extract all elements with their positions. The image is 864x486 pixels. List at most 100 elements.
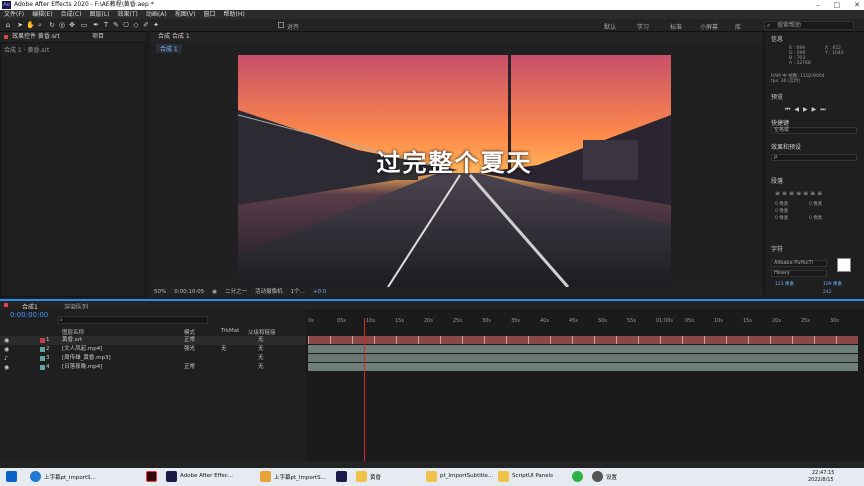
visibility-eye-icon[interactable]: ◉ — [4, 345, 9, 354]
clone-stamp-tool-icon[interactable]: ⎔ — [122, 21, 130, 29]
timeline-current-time[interactable]: 0:00:00:00 — [10, 311, 48, 319]
folder-icon[interactable] — [356, 471, 367, 482]
after-effects-icon[interactable] — [166, 471, 177, 482]
srt-subtitle-track-bar[interactable] — [308, 336, 858, 344]
fill-color-swatch[interactable] — [837, 258, 851, 272]
layer-trkmat-select[interactable]: 无 — [221, 345, 227, 354]
layer-name[interactable]: [日落夜晚.mp4] — [62, 363, 102, 372]
pen-tool-icon[interactable]: ✒ — [92, 21, 100, 29]
resolution-select[interactable]: 二分之一 — [225, 287, 247, 297]
menu-layer[interactable]: 图层(L) — [90, 10, 110, 19]
playhead-line[interactable] — [364, 318, 365, 461]
workspace-small-screen[interactable]: 小屏幕 — [700, 22, 718, 31]
search-help-input[interactable]: ⌕ 搜索帮助 — [764, 21, 854, 30]
exposure-value[interactable]: +0.0 — [313, 287, 326, 297]
visibility-eye-icon[interactable]: ◉ — [4, 336, 9, 345]
taskbar-item-huanghun[interactable]: 黄昏 — [370, 473, 381, 481]
paragraph-space-after[interactable]: 0 像素 — [809, 216, 822, 221]
video-track-bar-4[interactable] — [308, 363, 858, 371]
folder-icon[interactable] — [426, 471, 437, 482]
project-tab[interactable]: 项目 — [92, 32, 104, 42]
layer-row-1[interactable]: ◉ 1 黄昏.srt 正常 无 — [0, 336, 306, 345]
taskbar-item-import-1[interactable]: 上字幕pt_ImportS... — [44, 473, 96, 481]
visibility-eye-icon[interactable]: ◉ — [4, 363, 9, 372]
layer-parent-select[interactable]: 无 — [258, 336, 264, 345]
paragraph-indent-left[interactable]: 0 像素 — [775, 202, 788, 207]
workspace-standard[interactable]: 标准 — [670, 22, 682, 31]
audio-speaker-icon[interactable]: ♪ — [4, 354, 8, 363]
audio-track-bar-3[interactable] — [308, 354, 858, 362]
layer-label-color[interactable] — [40, 338, 45, 343]
menu-edit[interactable]: 编辑(E) — [32, 10, 52, 19]
taskbar-clock-date[interactable]: 2022/8/15 — [808, 477, 834, 483]
current-time-display[interactable]: 0:00:10:05 — [174, 287, 204, 297]
font-family-select[interactable]: Alibaba PuHuiTi — [771, 260, 827, 267]
layer-parent-select[interactable]: 无 — [258, 363, 264, 372]
menu-effect[interactable]: 效果(T) — [118, 10, 138, 19]
text-tool-icon[interactable]: T — [102, 21, 110, 29]
composition-viewer[interactable]: 过完整个夏天 — [238, 55, 671, 287]
close-icon[interactable]: ✕ — [854, 0, 860, 10]
composition-subtab[interactable]: 合成 1 — [156, 44, 182, 53]
taskbar-item-settings[interactable]: 设置 — [606, 473, 617, 481]
taskbar-item-scriptui[interactable]: ScriptUI Panels — [512, 473, 553, 479]
workspace-default[interactable]: 默认 — [604, 22, 616, 31]
maximize-icon[interactable]: □ — [834, 0, 841, 10]
leading-value[interactable]: 109 像素 — [823, 282, 842, 287]
timeline-search-input[interactable]: ⌕ — [58, 316, 208, 324]
layer-name[interactable]: [周传雄_黄昏.mp3] — [62, 354, 111, 363]
shortcut-select[interactable]: 空格键 — [771, 127, 857, 134]
font-weight-select[interactable]: Heavy — [771, 270, 827, 277]
minimize-icon[interactable]: – — [816, 0, 820, 10]
layer-name[interactable]: 黄昏.srt — [62, 336, 82, 345]
app-icon[interactable] — [260, 471, 271, 482]
wechat-icon[interactable] — [572, 471, 583, 482]
folder-icon[interactable] — [498, 471, 509, 482]
composition-tab[interactable]: 合成 合成 1 — [158, 32, 190, 42]
premiere-icon[interactable] — [336, 471, 347, 482]
menu-animation[interactable]: 动画(A) — [146, 10, 167, 19]
menu-view[interactable]: 视图(V) — [175, 10, 196, 19]
preview-transport-icons[interactable]: ⏮◀▶▶⏭ — [785, 106, 830, 114]
align-checkbox[interactable] — [278, 22, 284, 28]
puppet-tool-icon[interactable]: ✦ — [152, 21, 160, 29]
taskbar-clock-time[interactable]: 22:47:15 — [812, 470, 834, 476]
taskbar-item-after-effects[interactable]: Adobe After Effec... — [180, 473, 233, 479]
workspace-learn[interactable]: 学习 — [637, 22, 649, 31]
acrobat-icon[interactable] — [146, 471, 157, 482]
layer-name[interactable]: [文人凤起.mp4] — [62, 345, 102, 354]
paragraph-space-before[interactable]: 0 像素 — [775, 216, 788, 221]
layer-parent-select[interactable]: 无 — [258, 354, 264, 363]
eraser-tool-icon[interactable]: ◇ — [132, 21, 140, 29]
home-icon[interactable]: ⌂ — [4, 21, 12, 29]
layer-label-color[interactable] — [40, 356, 45, 361]
zoom-tool-icon[interactable]: ⌕ — [36, 21, 44, 29]
workspace-library[interactable]: 库 — [735, 22, 741, 31]
settings-gear-icon[interactable] — [592, 471, 603, 482]
selection-tool-icon[interactable]: ➤ — [16, 21, 24, 29]
tracking-value[interactable]: 242 — [823, 290, 832, 295]
timeline-track-area[interactable] — [306, 309, 864, 461]
taskbar-item-pt-import[interactable]: pt_ImportSubtitle... — [440, 473, 493, 479]
menu-composition[interactable]: 合成(C) — [61, 10, 82, 19]
video-track-bar-2[interactable] — [308, 345, 858, 353]
menu-file[interactable]: 文件(F) — [4, 10, 24, 19]
layer-row-4[interactable]: ◉ 4 [日落夜晚.mp4] 正常 无 — [0, 363, 306, 372]
paragraph-indent-right[interactable]: 0 像素 — [809, 202, 822, 207]
paragraph-first-indent[interactable]: 0 像素 — [775, 209, 788, 214]
effect-controls-tab[interactable]: 效果控件 黄昏.srt — [12, 32, 60, 42]
brush-tool-icon[interactable]: ✎ — [112, 21, 120, 29]
rectangle-tool-icon[interactable]: ▭ — [80, 21, 88, 29]
roto-brush-tool-icon[interactable]: ✐ — [142, 21, 150, 29]
windows-start-icon[interactable] — [6, 471, 17, 482]
layer-mode-select[interactable]: 强光 — [184, 345, 195, 354]
active-camera-select[interactable]: 活动摄像机 — [255, 287, 283, 297]
taskbar-item-import-2[interactable]: 上字幕pt_ImportS... — [274, 473, 326, 481]
layer-label-color[interactable] — [40, 347, 45, 352]
layer-parent-select[interactable]: 无 — [258, 345, 264, 354]
layer-row-2[interactable]: ◉ 2 [文人凤起.mp4] 强光 无 无 — [0, 345, 306, 354]
snapshot-camera-icon[interactable]: ◉ — [212, 287, 217, 297]
pan-behind-tool-icon[interactable]: ✥ — [68, 21, 76, 29]
paragraph-align-icons[interactable]: ≡≡≡≡≡≡≡ — [775, 190, 824, 197]
views-select[interactable]: 1个... — [291, 287, 305, 297]
